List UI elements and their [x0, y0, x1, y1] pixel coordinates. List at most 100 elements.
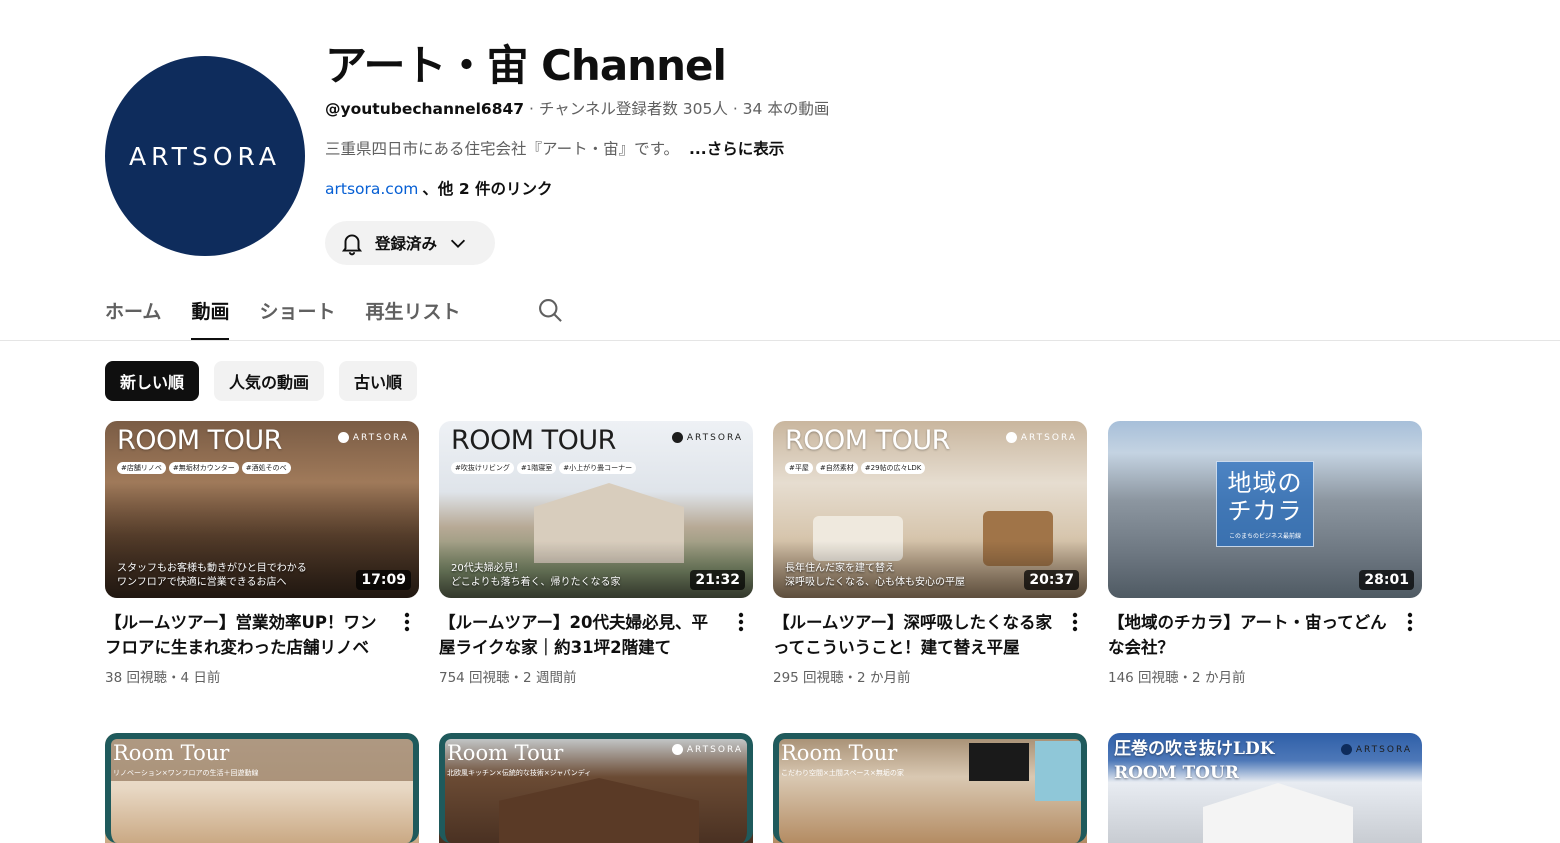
video-title[interactable]: 【ルームツアー】深呼吸したくなる家ってこういうこと！建て替え平屋 [773, 610, 1053, 660]
video-thumbnail[interactable]: ROOM TOUR ARTSORA #平屋 #自然素材 #29帖の広々LDK 長… [773, 421, 1087, 598]
video-title[interactable]: 【地域のチカラ】アート・宙ってどんな会社？ [1108, 610, 1388, 660]
video-card[interactable]: ROOM TOUR ARTSORA #店舗リノベ #無垢材カウンター #酒処その… [105, 421, 419, 686]
video-thumbnail[interactable]: Room Tour リノベーション×ワンフロアの生活＋回遊動線 [105, 733, 419, 843]
video-card[interactable]: Room Tour 北欧風キッチン×伝統的な技術×ジャパンディ ARTSORA [439, 733, 753, 843]
tab-home[interactable]: ホーム [105, 285, 161, 341]
description-text: 三重県四日市にある住宅会社『アート・宙』です。 [325, 140, 680, 158]
brand-text: ARTSORA [686, 432, 743, 443]
caption-line: 20代夫婦必見！ [451, 563, 524, 574]
caption-line: 長年住んだ家を建て替え [785, 563, 895, 574]
video-thumbnail[interactable]: ROOM TOUR ARTSORA #吹抜けリビング #1階寝室 #小上がり畳コ… [439, 421, 753, 598]
thumbnail-tag: #酒処そのべ [241, 462, 291, 474]
chip-newest[interactable]: 新しい順 [105, 361, 200, 401]
chevron-down-icon [447, 232, 469, 254]
subscribed-label: 登録済み [375, 235, 438, 253]
thumbnail-brand: ARTSORA [1005, 432, 1077, 443]
chip-popular[interactable]: 人気の動画 [214, 361, 325, 401]
search-icon[interactable] [536, 296, 564, 324]
more-vert-icon[interactable] [1063, 610, 1087, 634]
brand-logo-icon [671, 744, 683, 755]
brand-logo-icon [671, 432, 683, 443]
thumbnail-subtitle: こだわり空間×土間スペース×無垢の家 [781, 769, 904, 777]
thumbnail-subtitle: リノベーション×ワンフロアの生活＋回遊動線 [113, 769, 259, 777]
channel-title: アート・宙 Channel [325, 41, 727, 90]
brand-text: ARTSORA [1355, 744, 1412, 755]
chip-oldest[interactable]: 古い順 [339, 361, 418, 401]
brand-logo-icon [1340, 744, 1352, 755]
thumbnail-caption: 長年住んだ家を建て替え 深呼吸したくなる、心も体も安心の平屋 [785, 562, 965, 590]
video-details: 【ルームツアー】20代夫婦必見、平屋ライクな家｜約31坪2階建て 754 回視聴… [439, 610, 753, 686]
channel-links: artsora.com 、他 2 件のリンク [325, 178, 829, 200]
channel-meta: @youtubechannel6847 · チャンネル登録者数 305人 · 3… [325, 98, 829, 120]
thumbnail-tag: #小上がり畳コーナー [559, 462, 637, 474]
video-thumbnail[interactable]: Room Tour こだわり空間×土間スペース×無垢の家 [773, 733, 1087, 843]
thumbnail-title-line: 地域の [1227, 468, 1303, 497]
thumbnail-title: ROOM TOUR [117, 425, 282, 456]
channel-tabs: ホーム 動画 ショート 再生リスト [105, 285, 490, 341]
tab-shorts[interactable]: ショート [259, 285, 335, 341]
thumbnail-brand: ARTSORA [671, 744, 743, 755]
channel-description[interactable]: 三重県四日市にある住宅会社『アート・宙』です。 ...さらに表示 [325, 138, 829, 160]
video-thumbnail[interactable]: ROOM TOUR ARTSORA #店舗リノベ #無垢材カウンター #酒処その… [105, 421, 419, 598]
brand-text: ARTSORA [352, 432, 409, 443]
video-card[interactable]: ROOM TOUR ARTSORA #平屋 #自然素材 #29帖の広々LDK 長… [773, 421, 1087, 686]
other-links-button[interactable]: 、他 2 件のリンク [422, 180, 552, 198]
channel-website-link[interactable]: artsora.com [325, 180, 418, 198]
video-duration: 20:37 [1024, 570, 1079, 590]
video-thumbnail[interactable]: 圧巻の吹き抜けLDK ROOM TOUR ARTSORA [1108, 733, 1422, 843]
video-thumbnail[interactable]: Room Tour 北欧風キッチン×伝統的な技術×ジャパンディ ARTSORA [439, 733, 753, 843]
thumbnail-subtitle: このまちのビジネス最前線 [1228, 532, 1301, 540]
subscribed-button[interactable]: 登録済み [325, 221, 495, 265]
more-vert-icon[interactable] [1398, 610, 1422, 634]
thumbnail-tag: #無垢材カウンター [168, 462, 239, 474]
video-title[interactable]: 【ルームツアー】営業効率UP！ワンフロアに生まれ変わった店舗リノベ [105, 610, 385, 660]
thumbnail-tags: #店舗リノベ #無垢材カウンター #酒処そのべ [117, 462, 291, 474]
video-meta: 38 回視聴・4 日前 [105, 670, 221, 686]
thumbnail-title: ROOM TOUR [785, 425, 950, 456]
channel-avatar[interactable]: ARTSORA [105, 56, 305, 256]
thumbnail-tag: #1階寝室 [516, 462, 557, 474]
thumbnail-title: ROOM TOUR [451, 425, 616, 456]
description-more-link[interactable]: ...さらに表示 [689, 140, 784, 158]
more-vert-icon[interactable] [395, 610, 419, 634]
avatar-logo-text: ARTSORA [129, 141, 281, 171]
thumbnail-title: Room Tour [781, 741, 898, 765]
tabs-divider [0, 340, 1560, 341]
tab-videos[interactable]: 動画 [191, 285, 230, 341]
video-card[interactable]: Room Tour こだわり空間×土間スペース×無垢の家 [773, 733, 1087, 843]
video-card[interactable]: Room Tour リノベーション×ワンフロアの生活＋回遊動線 [105, 733, 419, 843]
thumbnail-brand: ARTSORA [671, 432, 743, 443]
more-vert-icon[interactable] [729, 610, 753, 634]
video-card[interactable]: 地域の チカラ このまちのビジネス最前線 28:01 【地域のチカラ】アート・宙… [1108, 421, 1422, 686]
video-card[interactable]: 圧巻の吹き抜けLDK ROOM TOUR ARTSORA [1108, 733, 1422, 843]
video-duration: 28:01 [1359, 570, 1414, 590]
video-thumbnail[interactable]: 地域の チカラ このまちのビジネス最前線 28:01 [1108, 421, 1422, 598]
thumbnail-title: 圧巻の吹き抜けLDK ROOM TOUR [1114, 737, 1274, 785]
thumbnail-title: Room Tour [447, 741, 564, 765]
thumbnail-tag: #店舗リノベ [117, 462, 166, 474]
thumbnail-tags: #平屋 #自然素材 #29帖の広々LDK [785, 462, 926, 474]
thumbnail-tag: #吹抜けリビング [451, 462, 514, 474]
video-details: 【ルームツアー】深呼吸したくなる家ってこういうこと！建て替え平屋 295 回視聴… [773, 610, 1087, 686]
thumbnail-title: Room Tour [113, 741, 230, 765]
channel-stats: · チャンネル登録者数 305人 · 34 本の動画 [524, 100, 830, 118]
tab-playlists[interactable]: 再生リスト [365, 285, 460, 341]
video-duration: 17:09 [356, 570, 411, 590]
video-details: 【地域のチカラ】アート・宙ってどんな会社？ 146 回視聴・2 か月前 [1108, 610, 1422, 686]
thumbnail-brand: ARTSORA [337, 432, 409, 443]
video-card[interactable]: ROOM TOUR ARTSORA #吹抜けリビング #1階寝室 #小上がり畳コ… [439, 421, 753, 686]
video-title[interactable]: 【ルームツアー】20代夫婦必見、平屋ライクな家｜約31坪2階建て [439, 610, 719, 660]
video-meta: 295 回視聴・2 か月前 [773, 670, 911, 686]
channel-handle: @youtubechannel6847 [325, 100, 525, 118]
thumbnail-title-line: チカラ [1227, 496, 1303, 525]
thumbnail-tags: #吹抜けリビング #1階寝室 #小上がり畳コーナー [451, 462, 637, 474]
brand-text: ARTSORA [686, 744, 743, 755]
video-meta: 146 回視聴・2 か月前 [1108, 670, 1246, 686]
video-details: 【ルームツアー】営業効率UP！ワンフロアに生まれ変わった店舗リノベ 38 回視聴… [105, 610, 419, 686]
thumbnail-subtitle: 北欧風キッチン×伝統的な技術×ジャパンディ [447, 769, 592, 777]
thumbnail-tag: #平屋 [785, 462, 813, 474]
channel-info: アート・宙 Channel @youtubechannel6847 · チャンネ… [325, 38, 829, 200]
video-duration: 21:32 [690, 570, 745, 590]
thumbnail-tag: #29帖の広々LDK [860, 462, 926, 474]
thumbnail-caption: 20代夫婦必見！ どこよりも落ち着く、帰りたくなる家 [451, 562, 621, 590]
